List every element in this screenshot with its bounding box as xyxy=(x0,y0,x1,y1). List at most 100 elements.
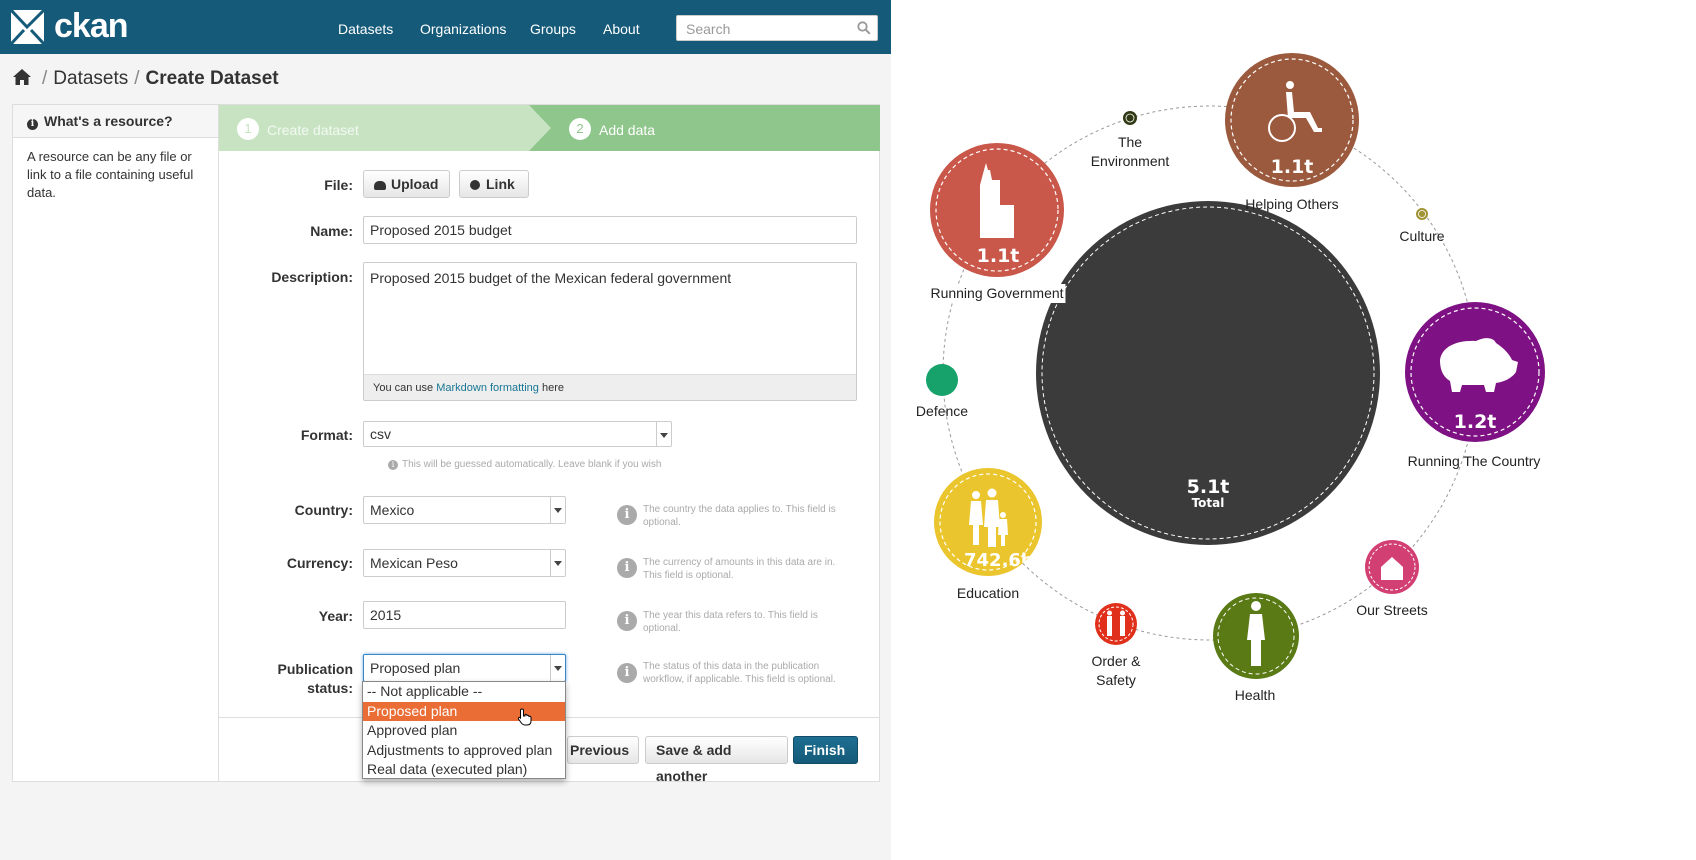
format-select[interactable]: csv xyxy=(363,421,672,447)
publication-status-label: Publication status: xyxy=(233,660,353,698)
info-icon: i xyxy=(617,663,637,683)
chevron-down-icon xyxy=(550,497,565,523)
nav-groups[interactable]: Groups xyxy=(530,21,576,37)
step-create-dataset[interactable]: 1 Create dataset xyxy=(219,105,529,151)
bubble-culture[interactable] xyxy=(1416,208,1428,220)
cloud-upload-icon xyxy=(374,181,386,190)
description-textarea[interactable]: Proposed 2015 budget of the Mexican fede… xyxy=(363,262,857,401)
breadcrumb: / Datasets / Create Dataset xyxy=(12,68,279,90)
format-label: Format: xyxy=(300,427,353,443)
link-button-label: Link xyxy=(486,176,515,192)
currency-value: Mexican Peso xyxy=(370,555,458,571)
format-hint: i This will be guessed automatically. Lea… xyxy=(388,459,661,470)
navbar: ckan Datasets Organizations Groups About xyxy=(0,0,891,54)
bubble-svg: 1.1t 1.1t 1.2t 742.6b 5.1t Total xyxy=(926,53,1545,679)
label-the-environment: The Environment xyxy=(1090,134,1170,169)
nav-datasets[interactable]: Datasets xyxy=(338,21,393,37)
status-option-adjustments[interactable]: Adjustments to approved plan xyxy=(363,741,565,761)
globe-icon xyxy=(470,180,480,190)
breadcrumb-current: Create Dataset xyxy=(145,68,279,89)
logo-text[interactable]: ckan xyxy=(54,7,128,46)
stage-steps: 1 Create dataset 2 Add data xyxy=(219,105,880,151)
sidebar-title: What's a resource? xyxy=(44,113,173,129)
format-hint-text: This will be guessed automatically. Leav… xyxy=(402,459,662,470)
info-icon: i xyxy=(388,460,398,470)
ckan-app: ckan Datasets Organizations Groups About… xyxy=(0,0,891,860)
step-arrow xyxy=(529,105,551,151)
currency-hint: The currency of amounts in this data are… xyxy=(643,557,836,581)
previous-button[interactable]: Previous xyxy=(567,736,639,764)
search-box xyxy=(676,15,878,41)
value-education: 742.6b xyxy=(964,550,1034,571)
step-1-number: 1 xyxy=(237,118,259,140)
hand-cursor-icon xyxy=(517,708,532,726)
link-button[interactable]: Link xyxy=(459,170,529,198)
search-input[interactable] xyxy=(684,20,858,38)
name-input[interactable]: Proposed 2015 budget xyxy=(363,216,857,244)
file-label: File: xyxy=(324,177,353,193)
sidebar-body: A resource can be any file or link to a … xyxy=(27,149,194,200)
value-running-the-country: 1.2t xyxy=(1454,411,1497,433)
sidebar: i What's a resource? A resource can be an… xyxy=(13,105,219,781)
bubble-health[interactable] xyxy=(1213,593,1299,679)
country-value: Mexico xyxy=(370,502,415,518)
label-order-and-safety: Order & Safety xyxy=(1091,653,1141,688)
bubble-order-and-safety[interactable] xyxy=(1095,603,1137,645)
label-education: Education xyxy=(956,585,1020,601)
currency-select[interactable]: Mexican Peso xyxy=(363,549,566,577)
breadcrumb-datasets[interactable]: Datasets xyxy=(53,68,128,89)
status-option-not-applicable[interactable]: -- Not applicable -- xyxy=(363,682,565,702)
home-icon[interactable] xyxy=(12,68,32,86)
step-2-number: 2 xyxy=(569,118,591,140)
description-text: Proposed 2015 budget of the Mexican fede… xyxy=(370,270,732,286)
info-icon: i xyxy=(617,611,637,631)
publication-status-label-1: Publication xyxy=(277,661,353,677)
label-culture: Culture xyxy=(1399,228,1445,244)
step-2-label: Add data xyxy=(599,122,656,138)
chevron-down-icon xyxy=(550,655,565,681)
chevron-down-icon xyxy=(550,550,565,576)
label-our-streets: Our Streets xyxy=(1356,602,1428,618)
status-option-approved-plan[interactable]: Approved plan xyxy=(363,721,565,741)
name-label: Name: xyxy=(310,223,353,239)
nav-organizations[interactable]: Organizations xyxy=(420,21,506,37)
year-hint: The year this data refers to. This field… xyxy=(643,610,818,634)
info-icon: i xyxy=(617,505,637,525)
value-helping-others: 1.1t xyxy=(1271,156,1314,178)
budget-bubble-diagram: 1.1t 1.1t 1.2t 742.6b 5.1t Total Running… xyxy=(891,0,1696,860)
label-running-the-country: Running The Country xyxy=(1407,453,1541,469)
info-icon: i xyxy=(617,558,637,578)
save-add-another-button[interactable]: Save & add another xyxy=(645,736,788,784)
markdown-link[interactable]: Markdown formatting xyxy=(436,382,539,394)
finish-button[interactable]: Finish xyxy=(793,736,858,764)
country-hint: The country the data applies to. This fi… xyxy=(643,504,836,528)
search-icon[interactable] xyxy=(857,21,871,35)
bubble-defence[interactable] xyxy=(926,364,958,396)
label-total: Total xyxy=(1192,496,1225,510)
bubble-the-environment[interactable] xyxy=(1123,111,1137,125)
status-option-real-data[interactable]: Real data (executed plan) xyxy=(363,760,565,780)
nav-about[interactable]: About xyxy=(603,21,640,37)
publication-status-select[interactable]: Proposed plan xyxy=(363,654,566,682)
country-select[interactable]: Mexico xyxy=(363,496,566,524)
sidebar-heading: i What's a resource? xyxy=(13,105,218,138)
publication-status-value: Proposed plan xyxy=(370,660,461,676)
publication-status-dropdown: -- Not applicable -- Proposed plan Appro… xyxy=(362,681,566,779)
publication-status-hint: The status of this data in the publicati… xyxy=(643,661,836,685)
label-running-government: Running Government xyxy=(928,284,1066,303)
markdown-suffix: here xyxy=(538,382,564,394)
year-input[interactable]: 2015 xyxy=(363,601,566,629)
status-option-proposed-plan[interactable]: Proposed plan xyxy=(363,701,565,721)
label-helping-others: Helping Others xyxy=(1245,196,1339,212)
upload-button[interactable]: Upload xyxy=(363,170,450,198)
label-defence: Defence xyxy=(915,403,969,419)
value-total: 5.1t xyxy=(1187,476,1230,498)
country-label: Country: xyxy=(294,502,353,518)
upload-button-label: Upload xyxy=(391,176,439,192)
markdown-hint: You can use Markdown formatting here xyxy=(364,374,856,400)
bubble-our-streets[interactable] xyxy=(1365,540,1419,594)
year-label: Year: xyxy=(318,608,353,624)
value-running-government: 1.1t xyxy=(977,245,1020,267)
currency-label: Currency: xyxy=(286,555,353,571)
ckan-logo-icon[interactable] xyxy=(11,10,44,44)
